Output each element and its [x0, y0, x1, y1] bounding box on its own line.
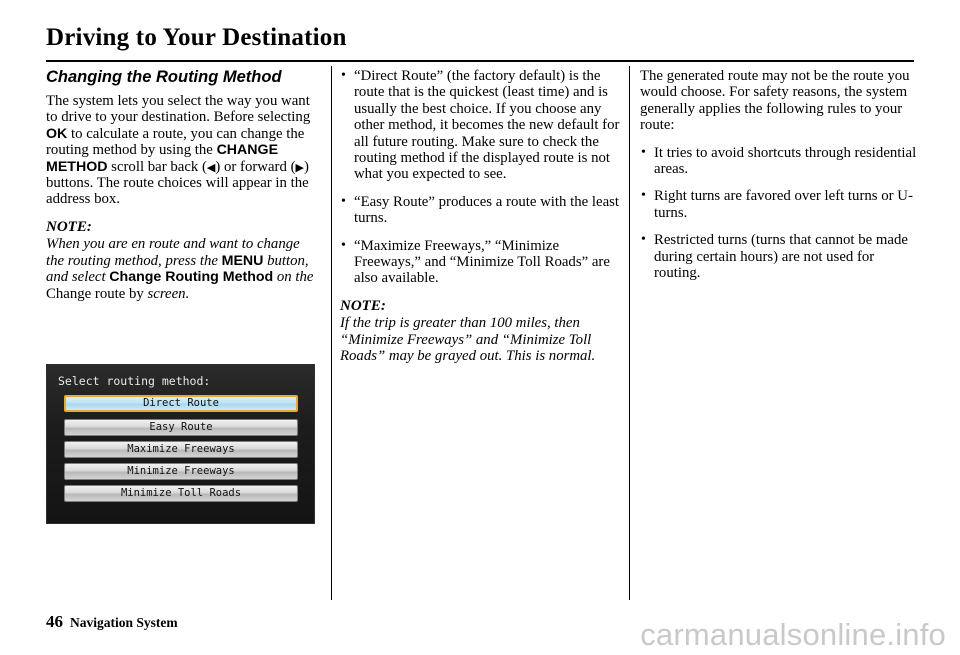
generated-route-paragraph: The generated route may not be the route… [640, 68, 910, 134]
change-route-by-label: Change route by [46, 285, 144, 302]
list-item: “Maximize Freeways,” “Minimize Freeways,… [340, 238, 620, 287]
paragraph-text-1: The system lets you select the way you w… [46, 93, 311, 126]
routing-options-list: “Direct Route” (the factory default) is … [340, 68, 620, 287]
page-title: Driving to Your Destination [46, 24, 347, 51]
footer-section-label: Navigation System [70, 615, 178, 630]
list-item: “Direct Route” (the factory default) is … [340, 68, 620, 183]
column-two: “Direct Route” (the factory default) is … [340, 68, 620, 365]
note-label-two: NOTE: [340, 297, 386, 314]
note-label-one: NOTE: [46, 218, 92, 235]
note-text-3: on the [273, 269, 314, 286]
paragraph-text-4: ) or forward ( [215, 158, 296, 175]
watermark: carmanualsonline.info [640, 617, 946, 652]
routing-rules-list: It tries to avoid shortcuts through resi… [640, 145, 918, 282]
list-item: It tries to avoid shortcuts through resi… [640, 145, 918, 178]
section-heading: Changing the Routing Method [46, 68, 282, 86]
routing-method-paragraph: The system lets you select the way you w… [46, 93, 318, 208]
list-item: Right turns are favored over left turns … [640, 188, 918, 221]
manual-page: Driving to Your Destination Changing the… [0, 0, 960, 655]
nav-screen-title: Select routing method: [58, 374, 211, 388]
paragraph-text-3: scroll bar back ( [107, 158, 207, 175]
column-divider-2 [629, 66, 630, 600]
column-three: The generated route may not be the route… [640, 68, 918, 292]
nav-option-easy-route[interactable]: Easy Route [64, 419, 298, 436]
forward-arrow-icon: ▶ [295, 161, 304, 174]
list-item: “Easy Route” produces a route with the l… [340, 194, 620, 227]
list-item: Restricted turns (turns that cannot be m… [640, 232, 918, 281]
title-divider [46, 60, 914, 62]
nav-option-minimize-toll-roads[interactable]: Minimize Toll Roads [64, 485, 298, 502]
nav-option-maximize-freeways[interactable]: Maximize Freeways [64, 441, 298, 458]
column-divider-1 [331, 66, 332, 600]
note-text-4: screen. [143, 285, 190, 302]
menu-button-label: MENU [221, 252, 264, 269]
nav-option-minimize-freeways[interactable]: Minimize Freeways [64, 463, 298, 480]
note-body-one: When you are en route and want to change… [46, 236, 318, 302]
ok-button-label: OK [46, 125, 68, 142]
column-one: Changing the Routing Method The system l… [46, 68, 318, 302]
note-body-two: If the trip is greater than 100 miles, t… [340, 315, 596, 365]
nav-option-direct-route[interactable]: Direct Route [64, 395, 298, 412]
page-number: 46 [46, 612, 63, 631]
change-routing-method-label: Change Routing Method [109, 269, 274, 286]
navigation-screen-figure: Select routing method: Direct Route Easy… [46, 364, 315, 524]
